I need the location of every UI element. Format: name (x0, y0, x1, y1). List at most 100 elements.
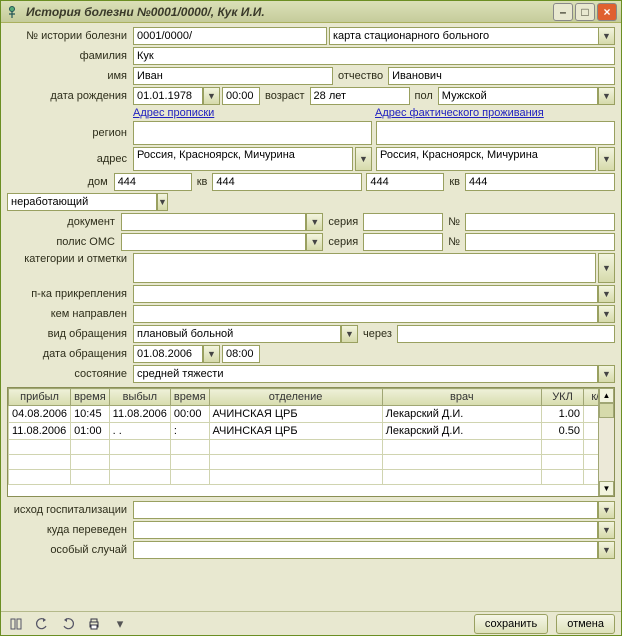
label-oms-number: № (445, 236, 463, 248)
address-left-dropdown[interactable]: ▼ (355, 147, 372, 171)
oms-series-input[interactable] (363, 233, 443, 251)
table-row[interactable]: 11.08.200601:00 . .: АЧИНСКАЯ ЦРБЛекарск… (9, 423, 614, 440)
col-time2[interactable]: время (170, 389, 209, 406)
book-icon[interactable] (7, 615, 25, 633)
table-row[interactable] (9, 440, 614, 455)
oms-number-input[interactable] (465, 233, 615, 251)
birthdate-input[interactable] (133, 87, 203, 105)
visit-date-input[interactable] (133, 345, 203, 363)
region-left-input[interactable] (133, 121, 372, 145)
hospitalization-grid[interactable]: прибыл время выбыл время отделение врач … (7, 387, 615, 497)
patronymic-input[interactable] (388, 67, 615, 85)
address-left-input[interactable]: Россия, Красноярск, Мичурина (133, 147, 353, 171)
employment-select[interactable] (7, 193, 157, 211)
birthdate-dropdown[interactable]: ▼ (203, 87, 220, 105)
referred-by-select[interactable] (133, 305, 598, 323)
label-doc-number: № (445, 216, 463, 228)
attachment-select[interactable] (133, 285, 598, 303)
lastname-input[interactable] (133, 47, 615, 65)
card-type-dropdown[interactable]: ▼ (598, 27, 615, 45)
label-flat-right: кв (446, 176, 463, 188)
visit-type-select[interactable] (133, 325, 341, 343)
label-oms: полис ОМС (7, 236, 119, 248)
label-lastname: фамилия (7, 50, 131, 62)
maximize-button[interactable]: □ (575, 3, 595, 21)
flat-left-input[interactable] (212, 173, 362, 191)
label-through: через (360, 328, 395, 340)
col-arrived[interactable]: прибыл (9, 389, 71, 406)
label-visit-type: вид обращения (7, 328, 131, 340)
employment-dropdown[interactable]: ▼ (157, 193, 168, 211)
label-birthdate: дата рождения (7, 90, 131, 102)
document-dropdown[interactable]: ▼ (306, 213, 323, 231)
table-row[interactable] (9, 455, 614, 470)
document-select[interactable] (121, 213, 306, 231)
age-output (310, 87, 410, 105)
categories-dropdown[interactable]: ▼ (598, 253, 615, 283)
oms-select[interactable] (121, 233, 306, 251)
categories-input[interactable] (133, 253, 596, 283)
save-button[interactable]: сохранить (474, 614, 548, 634)
label-firstname: имя (7, 70, 131, 82)
table-row[interactable]: 04.08.200610:45 11.08.200600:00 АЧИНСКАЯ… (9, 406, 614, 423)
doc-number-input[interactable] (465, 213, 615, 231)
close-button[interactable]: × (597, 3, 617, 21)
sex-select[interactable] (438, 87, 598, 105)
attachment-dropdown[interactable]: ▼ (598, 285, 615, 303)
sex-dropdown[interactable]: ▼ (598, 87, 615, 105)
label-patronymic: отчество (335, 70, 386, 82)
special-case-dropdown[interactable]: ▼ (598, 541, 615, 559)
scroll-up-icon[interactable]: ▲ (599, 388, 614, 403)
address-right-dropdown[interactable]: ▼ (598, 147, 615, 171)
col-doctor[interactable]: врач (382, 389, 541, 406)
card-type-select[interactable] (329, 27, 598, 45)
visit-time-input[interactable] (222, 345, 260, 363)
house-right-input[interactable] (366, 173, 444, 191)
scroll-down-icon[interactable]: ▼ (599, 481, 614, 496)
chevron-down-icon[interactable]: ▾ (111, 615, 129, 633)
redo-icon[interactable] (59, 615, 77, 633)
link-reg-address[interactable]: Адрес прописки (133, 107, 214, 119)
visit-type-dropdown[interactable]: ▼ (341, 325, 358, 343)
flat-right-input[interactable] (465, 173, 615, 191)
firstname-input[interactable] (133, 67, 333, 85)
label-address: адрес (7, 153, 131, 165)
transferred-to-dropdown[interactable]: ▼ (598, 521, 615, 539)
print-icon[interactable] (85, 615, 103, 633)
house-left-input[interactable] (114, 173, 192, 191)
oms-dropdown[interactable]: ▼ (306, 233, 323, 251)
label-visit-date: дата обращения (7, 348, 131, 360)
visit-date-dropdown[interactable]: ▼ (203, 345, 220, 363)
doc-series-input[interactable] (363, 213, 443, 231)
condition-dropdown[interactable]: ▼ (598, 365, 615, 383)
label-oms-series: серия (325, 236, 361, 248)
hosp-outcome-select[interactable] (133, 501, 598, 519)
app-icon (5, 5, 19, 19)
col-ukl[interactable]: УКЛ (542, 389, 584, 406)
col-dept[interactable]: отделение (209, 389, 382, 406)
undo-icon[interactable] (33, 615, 51, 633)
label-condition: состояние (7, 368, 131, 380)
referred-by-dropdown[interactable]: ▼ (598, 305, 615, 323)
condition-select[interactable] (133, 365, 598, 383)
cancel-button[interactable]: отмена (556, 614, 615, 634)
label-age: возраст (262, 90, 308, 102)
special-case-select[interactable] (133, 541, 598, 559)
address-right-input[interactable]: Россия, Красноярск, Мичурина (376, 147, 596, 171)
window-title: История болезни №0001/0000/, Кук И.И. (22, 5, 551, 19)
col-time1[interactable]: время (71, 389, 110, 406)
hosp-outcome-dropdown[interactable]: ▼ (598, 501, 615, 519)
label-history-no: № истории болезни (7, 30, 131, 42)
label-region: регион (7, 127, 131, 139)
through-input[interactable] (397, 325, 615, 343)
transferred-to-select[interactable] (133, 521, 598, 539)
grid-scrollbar[interactable]: ▲ ▼ (598, 388, 614, 496)
link-fact-address[interactable]: Адрес фактического проживания (375, 107, 544, 119)
birthtime-input[interactable] (222, 87, 260, 105)
col-left[interactable]: выбыл (109, 389, 170, 406)
history-no-input[interactable] (133, 27, 327, 45)
table-row[interactable] (9, 470, 614, 485)
scroll-thumb[interactable] (599, 403, 614, 418)
minimize-button[interactable]: – (553, 3, 573, 21)
region-right-input[interactable] (376, 121, 615, 145)
